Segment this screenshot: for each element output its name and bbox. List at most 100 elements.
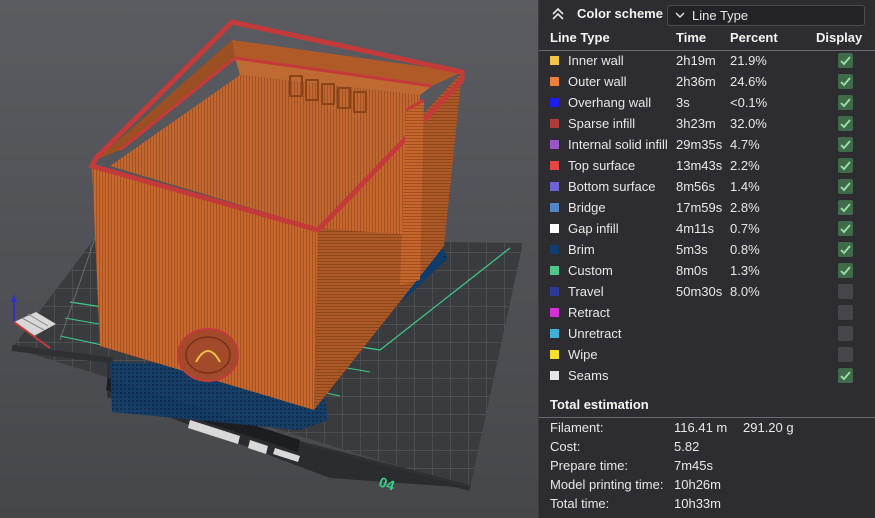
check-icon [840,266,851,276]
line-type-row: Internal solid infill 29m35s 4.7% [539,135,875,156]
display-checkbox[interactable] [838,368,853,383]
display-checkbox[interactable] [838,116,853,131]
line-type-label: Internal solid infill [568,137,668,152]
display-checkbox[interactable] [838,137,853,152]
legend-panel: Color scheme Line Type Line Type Time Pe… [538,0,875,518]
line-type-row: Brim 5m3s 0.8% [539,240,875,261]
line-type-percent: 0.8% [730,242,760,257]
line-type-label: Sparse infill [568,116,636,131]
display-checkbox[interactable] [838,53,853,68]
line-type-percent: 0.7% [730,221,760,236]
model-printing-time-label: Model printing time: [550,477,664,492]
display-checkbox[interactable] [838,242,853,257]
line-type-percent: 1.3% [730,263,760,278]
display-checkbox[interactable] [838,74,853,89]
filament-label: Filament: [550,420,604,435]
line-type-row: Top surface 13m43s 2.2% [539,156,875,177]
line-type-label: Unretract [568,326,622,341]
front-emblem [177,328,239,382]
display-checkbox[interactable] [838,305,853,320]
total-time-label: Total time: [550,496,610,511]
line-type-time: 3s [676,95,690,110]
line-type-label: Outer wall [568,74,627,89]
display-checkbox[interactable] [838,347,853,362]
check-icon [840,161,851,171]
line-type-percent: 2.8% [730,200,760,215]
line-type-row: Wipe [539,345,875,366]
color-scheme-header: Color scheme Line Type [539,0,875,30]
line-type-row: Outer wall 2h36m 24.6% [539,72,875,93]
check-icon [840,371,851,381]
line-type-label: Custom [568,263,613,278]
scene: 04 [11,19,523,494]
line-type-time: 13m43s [676,158,723,173]
cost-label: Cost: [550,439,581,454]
display-checkbox[interactable] [838,179,853,194]
line-type-percent: 24.6% [730,74,767,89]
total-time-value: 10h33m [674,496,721,511]
line-type-percent: 8.0% [730,284,760,299]
line-type-time: 4m11s [676,221,715,236]
display-checkbox[interactable] [838,284,853,299]
color-swatch [550,266,559,275]
check-icon [840,182,851,192]
line-type-label: Overhang wall [568,95,652,110]
filament-weight: 291.20 g [743,420,794,435]
line-type-time: 2h19m [676,53,716,68]
total-estimation-title: Total estimation [550,397,649,412]
line-type-label: Gap infill [568,221,619,236]
color-swatch [550,56,559,65]
display-checkbox[interactable] [838,221,853,236]
color-swatch [550,77,559,86]
prepare-time-label: Prepare time: [550,458,629,473]
color-scheme-title: Color scheme [577,6,663,21]
color-scheme-selected: Line Type [692,8,749,23]
line-type-time: 50m30s [676,284,723,299]
collapse-up-icon[interactable] [550,6,566,22]
line-type-row: Gap infill 4m11s 0.7% [539,219,875,240]
display-checkbox[interactable] [838,200,853,215]
line-type-row: Bottom surface 8m56s 1.4% [539,177,875,198]
line-type-row: Bridge 17m59s 2.8% [539,198,875,219]
line-type-time: 8m56s [676,179,716,194]
check-icon [840,77,851,87]
line-type-label: Retract [568,305,610,320]
line-type-time: 17m59s [676,200,723,215]
color-swatch [550,245,559,254]
color-swatch [550,182,559,191]
prepare-time-value: 7m45s [674,458,714,473]
display-checkbox[interactable] [838,263,853,278]
line-type-row: Unretract [539,324,875,345]
color-swatch [550,350,559,359]
line-type-label: Top surface [568,158,636,173]
line-type-row: Sparse infill 3h23m 32.0% [539,114,875,135]
color-swatch [550,329,559,338]
line-type-row: Travel 50m30s 8.0% [539,282,875,303]
cost-value: 5.82 [674,439,700,454]
column-header-display: Display [816,30,863,45]
line-type-label: Travel [568,284,604,299]
display-checkbox[interactable] [838,95,853,110]
line-type-row: Retract [539,303,875,324]
line-type-row: Inner wall 2h19m 21.9% [539,51,875,72]
line-type-row: Overhang wall 3s <0.1% [539,93,875,114]
line-type-row: Custom 8m0s 1.3% [539,261,875,282]
display-checkbox[interactable] [838,158,853,173]
color-swatch [550,203,559,212]
line-type-percent: 32.0% [730,116,767,131]
color-swatch [550,140,559,149]
line-type-time: 2h36m [676,74,716,89]
color-swatch [550,98,559,107]
line-type-percent: 2.2% [730,158,760,173]
column-header-percent: Percent [730,30,778,45]
totals-divider [539,417,875,418]
line-type-label: Inner wall [568,53,624,68]
line-type-label: Wipe [568,347,598,362]
line-type-label: Brim [568,242,595,257]
color-scheme-dropdown[interactable]: Line Type [667,5,865,26]
line-type-time: 29m35s [676,137,723,152]
color-swatch [550,161,559,170]
color-swatch [550,371,559,380]
display-checkbox[interactable] [838,326,853,341]
3d-viewport[interactable]: 04 [0,0,538,518]
